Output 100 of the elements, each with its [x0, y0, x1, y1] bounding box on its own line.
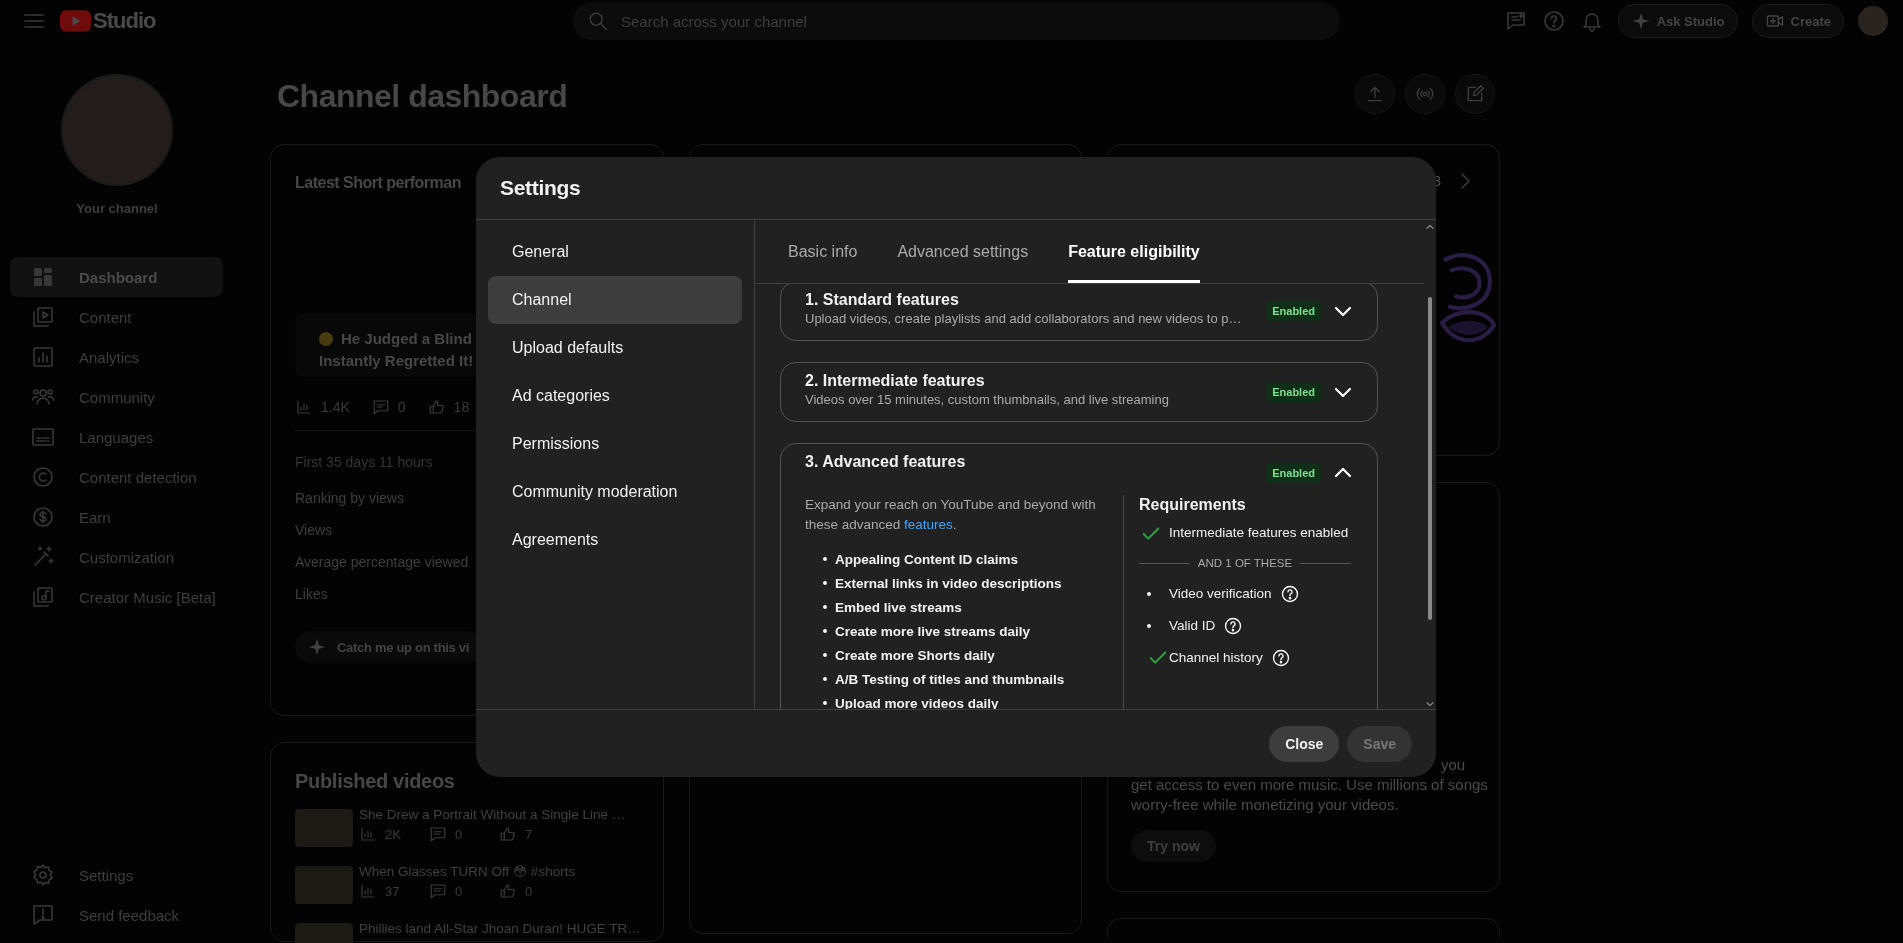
chevron-up-icon: [1425, 222, 1435, 232]
video-library-icon: [31, 305, 55, 329]
benefit-item: External links in video descriptions: [835, 575, 1062, 591]
thumbs-up-icon: [499, 825, 517, 843]
settings-nav-item[interactable]: Permissions: [488, 420, 742, 468]
avatar[interactable]: [1858, 6, 1888, 36]
intro-text: Expand your reach on YouTube and beyond with these advanced features.: [805, 496, 1097, 534]
thumbs-up-icon: [499, 882, 517, 900]
promo-text: worry-free while monetizing your videos.: [1131, 795, 1399, 815]
bullet-icon: [823, 629, 827, 633]
metric-label: Likes: [295, 585, 328, 604]
metric-label: Ranking by views: [295, 489, 404, 508]
tab[interactable]: Basic info: [788, 220, 858, 283]
thumbnail-placeholder[interactable]: [295, 866, 353, 904]
settings-nav-item[interactable]: Upload defaults: [488, 324, 742, 372]
magic-wand-icon: [31, 545, 55, 569]
copyright-icon: [31, 465, 55, 489]
sidebar-item[interactable]: Content detection: [10, 457, 223, 497]
settings-nav-item[interactable]: Channel: [488, 276, 742, 324]
upload-icon: [1365, 84, 1385, 104]
requirement-label: Channel history: [1169, 649, 1263, 667]
your-channel-label[interactable]: Your channel: [76, 201, 158, 217]
benefit-item: Appealing Content ID claims: [835, 551, 1019, 567]
video-title: He Judged a Blind Instantly Regretted It!: [319, 329, 474, 371]
sidebar-item[interactable]: Earn: [10, 497, 223, 537]
requirements-heading: Requirements: [1139, 495, 1247, 515]
bar-chart-icon: [295, 398, 313, 416]
status-badge: Enabled: [1266, 382, 1321, 402]
requirement-label: Valid ID: [1169, 617, 1216, 635]
help-icon[interactable]: [1279, 584, 1300, 604]
sidebar-item[interactable]: Send feedback: [10, 895, 223, 935]
bar-chart-icon: [31, 345, 55, 369]
requirement-label: Intermediate features enabled: [1169, 524, 1349, 542]
bullet-icon: [823, 701, 827, 705]
create-button[interactable]: Create: [1751, 4, 1844, 38]
sidebar-item[interactable]: Creator Music [Beta]: [10, 577, 223, 617]
help-icon[interactable]: [1270, 648, 1291, 668]
settings-nav-item[interactable]: Ad categories: [488, 372, 742, 420]
bar-chart-icon: [359, 825, 377, 843]
chevron-down-icon: [1425, 699, 1435, 709]
search-icon: [587, 10, 609, 32]
bullet-icon: [823, 677, 827, 681]
thumbs-up-icon: [427, 398, 446, 416]
bullet-icon: [823, 557, 827, 561]
status-badge: Enabled: [1266, 301, 1321, 321]
create-post-button[interactable]: [1455, 74, 1495, 114]
close-button[interactable]: Close: [1269, 725, 1340, 762]
status-badge: Enabled: [1266, 463, 1321, 483]
scrollbar-thumb[interactable]: [1428, 297, 1432, 620]
feature-description: Videos over 15 minutes, custom thumbnails, and live streaming: [805, 391, 1170, 409]
requirement-label: Video verification: [1169, 585, 1272, 603]
sidebar-item[interactable]: Analytics: [10, 337, 223, 377]
sidebar-item[interactable]: Dashboard: [10, 257, 223, 297]
video-title[interactable]: She Drew a Portrait Without a Single Line …: [359, 805, 626, 825]
benefit-item: Embed live streams: [835, 599, 962, 615]
features-link[interactable]: features: [904, 517, 953, 532]
comment-icon: [429, 825, 447, 843]
feature-description: Upload videos, create playlists and add collaborators and new videos to p…: [805, 310, 1243, 328]
comment-icon: [429, 882, 447, 900]
sidebar-item[interactable]: Settings: [10, 855, 223, 895]
help-icon[interactable]: [1223, 616, 1244, 636]
dollar-icon: [31, 505, 55, 529]
dialog-title: Settings: [500, 176, 581, 200]
settings-nav-item[interactable]: Agreements: [488, 516, 742, 564]
promo-text: you: [1441, 755, 1466, 775]
video-title[interactable]: Phillies land All-Star Jhoan Duran! HUGE TR…: [359, 919, 641, 939]
benefit-item: Create more live streams daily: [835, 623, 1031, 639]
comment-icon: [371, 398, 390, 416]
settings-nav-item[interactable]: Community moderation: [488, 468, 742, 516]
settings-nav-item[interactable]: General: [488, 228, 742, 276]
go-live-button[interactable]: [1405, 74, 1445, 114]
feature-title: 2. Intermediate features: [805, 371, 986, 391]
play-logo-icon: [60, 10, 91, 32]
metric-label: Average percentage viewed: [295, 553, 469, 572]
thumbnail-placeholder[interactable]: [295, 809, 353, 847]
sidebar-item[interactable]: Customization: [10, 537, 223, 577]
tab[interactable]: Advanced settings: [897, 220, 1029, 283]
studio-logo[interactable]: Studio: [60, 8, 156, 34]
sidebar-item[interactable]: Languages: [10, 417, 223, 457]
sidebar-item[interactable]: Content: [10, 297, 223, 337]
promo-text: get access to even more music. Use millions of songs: [1131, 775, 1488, 795]
feedback-icon: [31, 903, 55, 927]
tab[interactable]: Feature eligibility: [1068, 220, 1200, 283]
card-title: Latest Short performan: [295, 173, 461, 193]
music-library-icon: [31, 585, 55, 609]
ask-studio-button[interactable]: Ask Studio: [1617, 4, 1738, 38]
separator-label: AND 1 OF THESE: [1197, 557, 1293, 569]
upload-button[interactable]: [1355, 74, 1395, 114]
bullet-icon: [823, 653, 827, 657]
card-title: Published videos: [295, 769, 456, 793]
video-title[interactable]: When Glasses TURN Off 😳 #shorts: [359, 862, 576, 882]
sparkle-icon: [307, 637, 327, 657]
grid-icon: [31, 265, 55, 289]
sidebar-item[interactable]: Community: [10, 377, 223, 417]
metric-label: Views: [295, 521, 333, 540]
bullet-icon: [823, 581, 827, 585]
benefit-item: Create more Shorts daily: [835, 647, 995, 663]
page-title: Channel dashboard: [277, 77, 569, 116]
settings-icon: [31, 863, 55, 887]
bar-chart-icon: [359, 882, 377, 900]
